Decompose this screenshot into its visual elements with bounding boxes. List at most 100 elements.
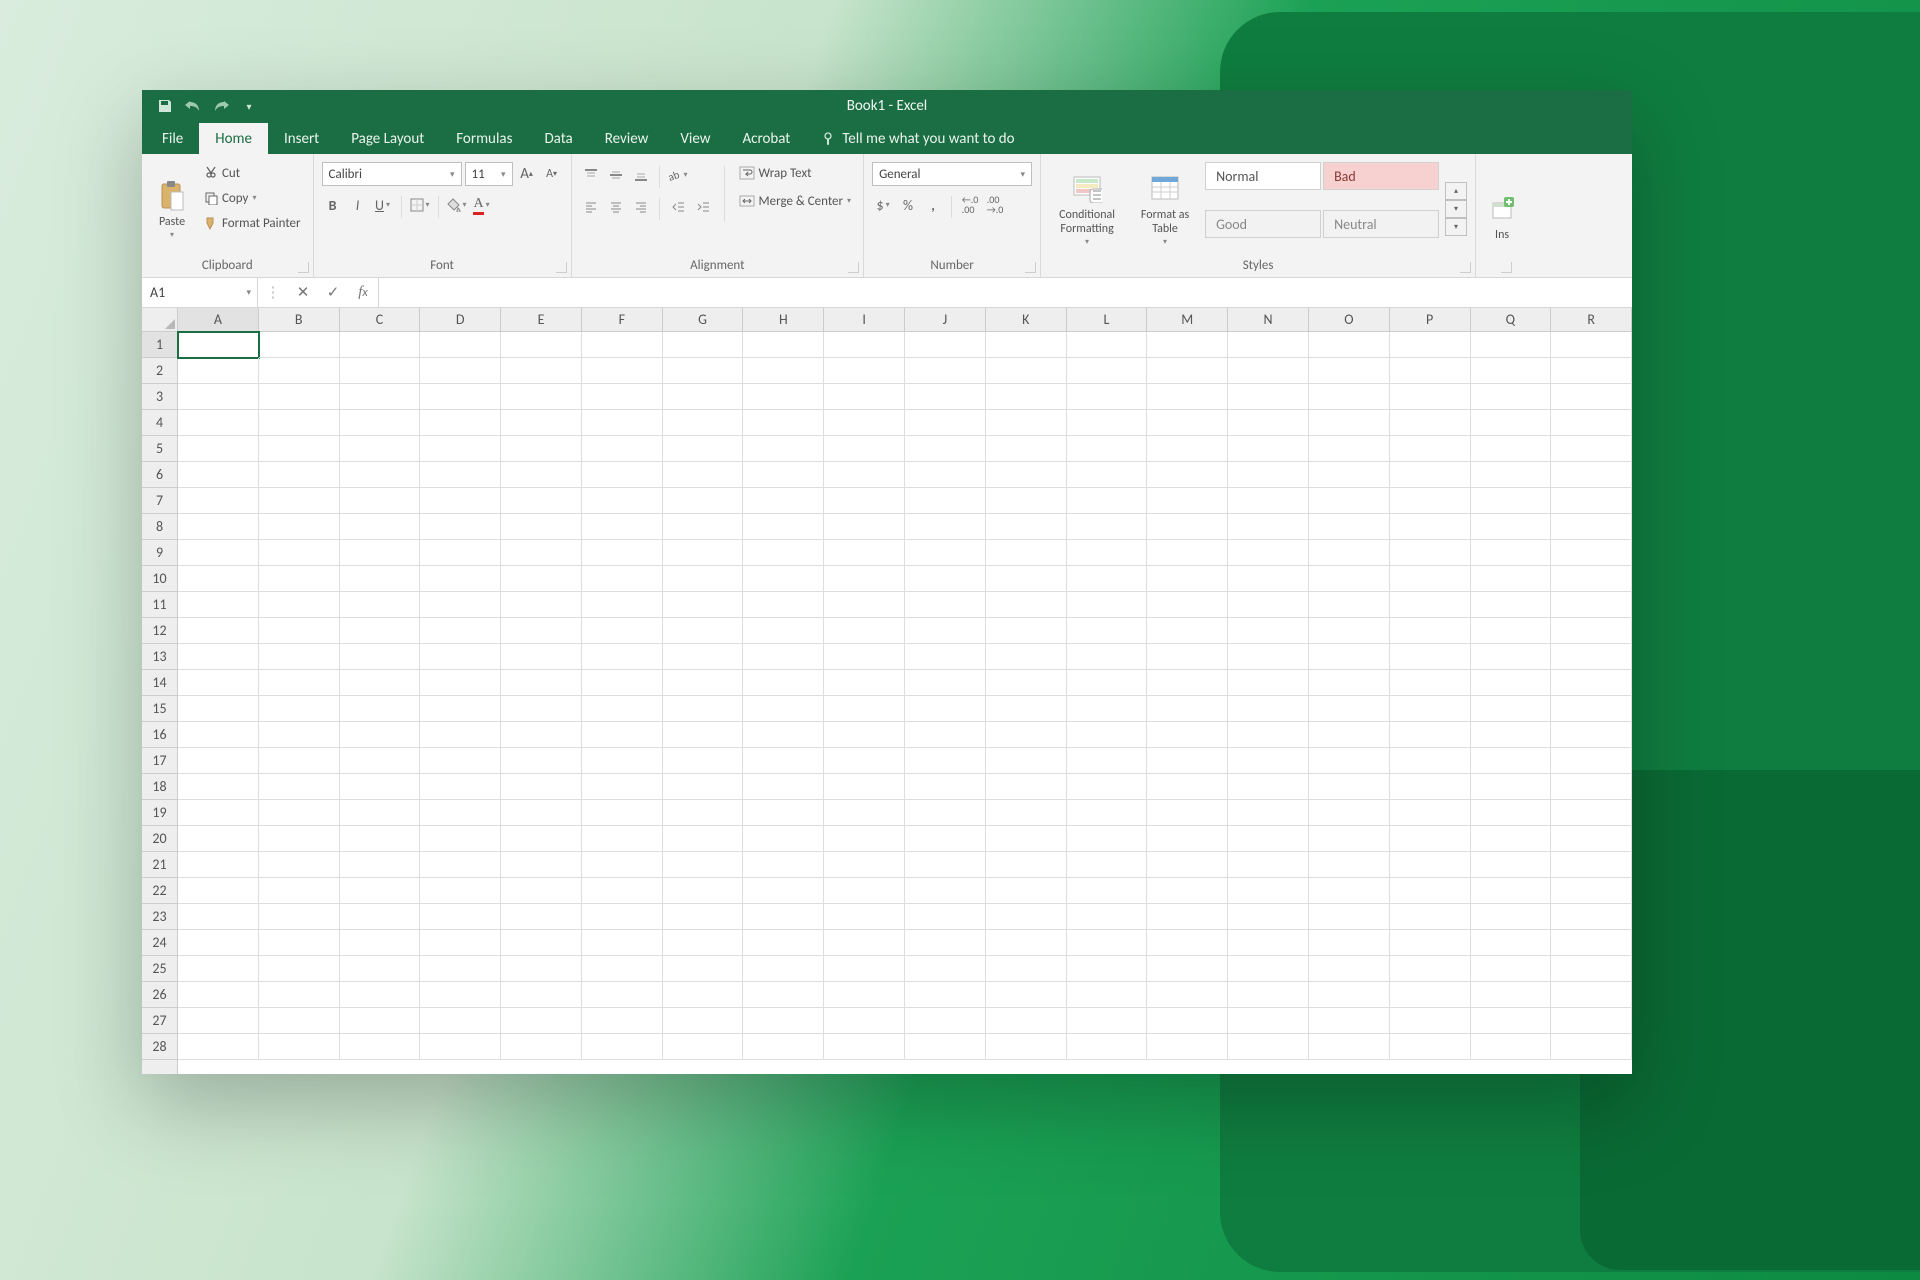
cell[interactable] xyxy=(1309,852,1390,878)
insert-function-button[interactable]: fx xyxy=(348,278,378,307)
cell[interactable] xyxy=(178,774,259,800)
cell[interactable] xyxy=(582,826,663,852)
cell[interactable] xyxy=(1309,410,1390,436)
cell[interactable] xyxy=(905,462,986,488)
cell[interactable] xyxy=(1309,592,1390,618)
cell[interactable] xyxy=(743,488,824,514)
cell[interactable] xyxy=(178,644,259,670)
tab-view[interactable]: View xyxy=(664,123,726,154)
cell[interactable] xyxy=(1147,592,1228,618)
row-header-1[interactable]: 1 xyxy=(142,332,177,358)
cell[interactable] xyxy=(1551,1034,1632,1060)
cell[interactable] xyxy=(1309,878,1390,904)
cell[interactable] xyxy=(501,592,582,618)
cell[interactable] xyxy=(1147,956,1228,982)
row-header-28[interactable]: 28 xyxy=(142,1034,177,1060)
cell[interactable] xyxy=(1147,358,1228,384)
cell[interactable] xyxy=(1390,514,1471,540)
cell[interactable] xyxy=(1067,488,1148,514)
borders-button[interactable]: ▾ xyxy=(409,194,431,216)
tab-formulas[interactable]: Formulas xyxy=(440,123,528,154)
cell[interactable] xyxy=(663,800,744,826)
cell[interactable] xyxy=(420,540,501,566)
cell[interactable] xyxy=(178,800,259,826)
cell[interactable] xyxy=(1471,540,1552,566)
cell[interactable] xyxy=(340,332,421,358)
align-top-button[interactable] xyxy=(580,164,602,186)
cell[interactable] xyxy=(1390,982,1471,1008)
cell[interactable] xyxy=(1551,748,1632,774)
cell[interactable] xyxy=(743,904,824,930)
cell[interactable] xyxy=(1147,618,1228,644)
cell[interactable] xyxy=(905,566,986,592)
cell[interactable] xyxy=(1471,436,1552,462)
cell[interactable] xyxy=(1067,566,1148,592)
cell[interactable] xyxy=(1228,982,1309,1008)
cell[interactable] xyxy=(986,982,1067,1008)
cell[interactable] xyxy=(905,332,986,358)
row-header-8[interactable]: 8 xyxy=(142,514,177,540)
column-header-B[interactable]: B xyxy=(259,308,340,331)
row-header-26[interactable]: 26 xyxy=(142,982,177,1008)
cell[interactable] xyxy=(1228,462,1309,488)
cell[interactable] xyxy=(340,748,421,774)
cell[interactable] xyxy=(905,618,986,644)
cell[interactable] xyxy=(340,826,421,852)
cell[interactable] xyxy=(582,800,663,826)
cell[interactable] xyxy=(1390,488,1471,514)
row-header-22[interactable]: 22 xyxy=(142,878,177,904)
cell[interactable] xyxy=(743,618,824,644)
cell[interactable] xyxy=(1147,826,1228,852)
cell[interactable] xyxy=(743,722,824,748)
cell[interactable] xyxy=(1147,722,1228,748)
cell[interactable] xyxy=(178,748,259,774)
cell[interactable] xyxy=(420,566,501,592)
cell[interactable] xyxy=(986,436,1067,462)
style-normal[interactable]: Normal xyxy=(1205,162,1321,190)
cell[interactable] xyxy=(986,618,1067,644)
cell[interactable] xyxy=(1551,852,1632,878)
cell[interactable] xyxy=(420,618,501,644)
cell[interactable] xyxy=(986,748,1067,774)
cell[interactable] xyxy=(1067,540,1148,566)
cell[interactable] xyxy=(986,410,1067,436)
cell[interactable] xyxy=(1228,436,1309,462)
cell[interactable] xyxy=(1551,566,1632,592)
cell[interactable] xyxy=(743,696,824,722)
row-header-18[interactable]: 18 xyxy=(142,774,177,800)
cell-styles-gallery[interactable]: Normal Bad Good Neutral xyxy=(1205,162,1439,256)
cell[interactable] xyxy=(905,852,986,878)
cell[interactable] xyxy=(905,696,986,722)
tab-page-layout[interactable]: Page Layout xyxy=(335,123,440,154)
cell[interactable] xyxy=(1390,1034,1471,1060)
align-right-button[interactable] xyxy=(630,196,652,218)
cell[interactable] xyxy=(420,722,501,748)
cell[interactable] xyxy=(1390,436,1471,462)
cell[interactable] xyxy=(743,462,824,488)
cell[interactable] xyxy=(340,566,421,592)
undo-button[interactable] xyxy=(180,93,206,119)
cell[interactable] xyxy=(420,696,501,722)
cell[interactable] xyxy=(501,332,582,358)
cell[interactable] xyxy=(259,488,340,514)
column-header-Q[interactable]: Q xyxy=(1471,308,1552,331)
cell[interactable] xyxy=(905,436,986,462)
cell[interactable] xyxy=(1309,956,1390,982)
cell[interactable] xyxy=(259,384,340,410)
column-header-F[interactable]: F xyxy=(582,308,663,331)
cell[interactable] xyxy=(1471,774,1552,800)
cell[interactable] xyxy=(1471,800,1552,826)
cell[interactable] xyxy=(824,982,905,1008)
cell[interactable] xyxy=(1147,930,1228,956)
cell[interactable] xyxy=(1309,462,1390,488)
column-header-C[interactable]: C xyxy=(340,308,421,331)
column-header-K[interactable]: K xyxy=(986,308,1067,331)
cancel-formula-button[interactable]: ✕ xyxy=(288,278,318,307)
cell[interactable] xyxy=(743,514,824,540)
cell[interactable] xyxy=(340,774,421,800)
cell[interactable] xyxy=(420,878,501,904)
cell[interactable] xyxy=(1390,540,1471,566)
cell[interactable] xyxy=(1067,644,1148,670)
cell[interactable] xyxy=(824,618,905,644)
cell[interactable] xyxy=(743,436,824,462)
